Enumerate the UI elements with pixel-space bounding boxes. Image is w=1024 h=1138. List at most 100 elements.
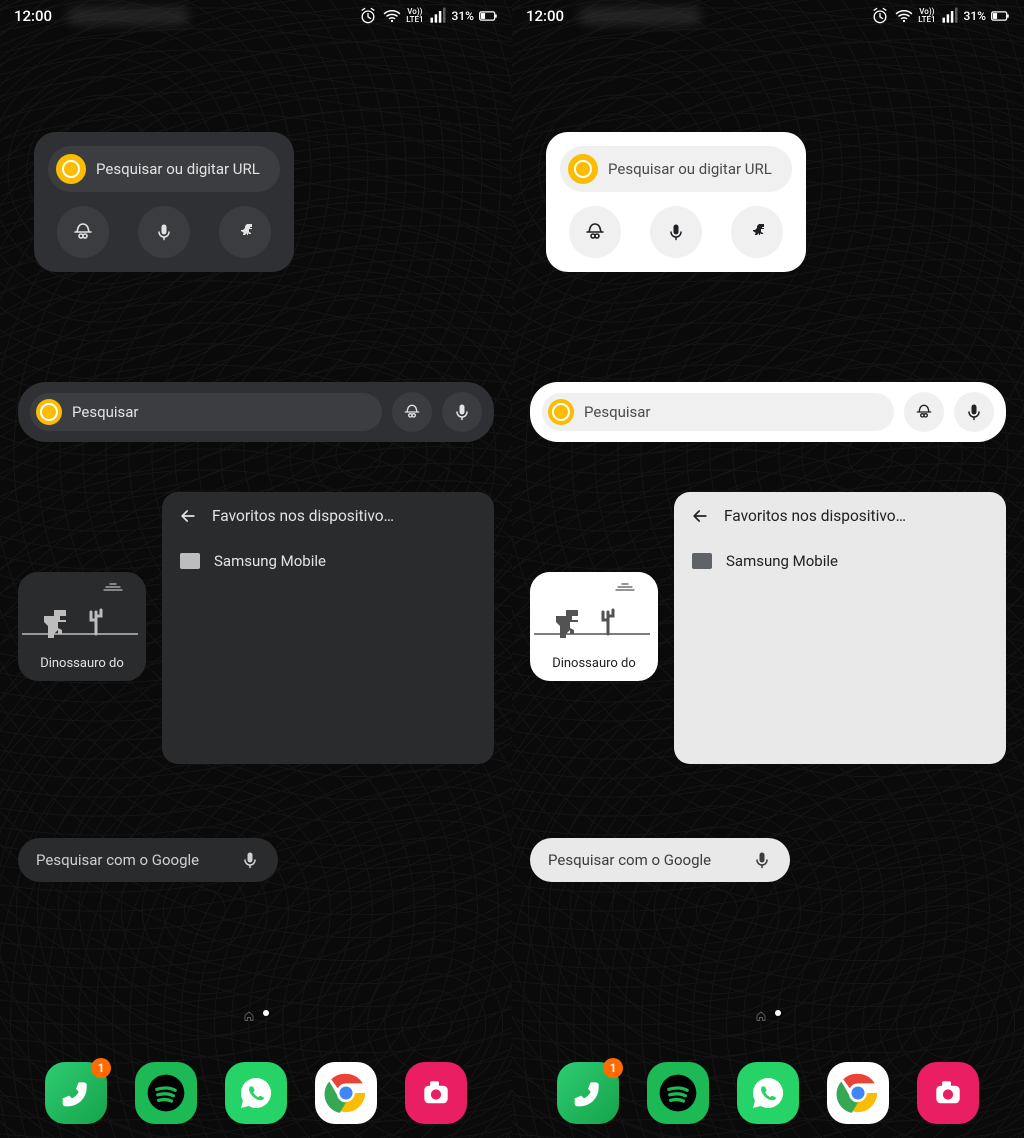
incognito-icon: [583, 220, 607, 244]
voice-search-button[interactable]: [954, 392, 994, 432]
search-placeholder: Pesquisar: [72, 403, 139, 421]
status-time: 12:00: [14, 7, 52, 25]
phone-app[interactable]: 1: [45, 1062, 107, 1124]
camera-app[interactable]: [917, 1062, 979, 1124]
dino-scene-icon: [530, 572, 658, 642]
dock: 1: [512, 1062, 1024, 1124]
status-blurred-area: [68, 7, 188, 25]
chrome-search-widget[interactable]: Pesquisar ou digitar URL: [34, 132, 294, 272]
signal-icon: [428, 6, 448, 26]
dino-game-widget[interactable]: Dinossauro do: [18, 572, 146, 681]
alarm-icon: [870, 6, 890, 26]
chrome-app[interactable]: [827, 1062, 889, 1124]
mic-icon: [452, 402, 472, 422]
home-page-icon: [243, 1010, 255, 1022]
bookmarks-title: Favoritos nos dispositivo…: [212, 507, 394, 525]
folder-icon: [180, 553, 200, 569]
google-search-placeholder: Pesquisar com o Google: [548, 851, 711, 869]
bookmark-folder-item[interactable]: Samsung Mobile: [178, 548, 478, 574]
page-indicator[interactable]: [512, 1010, 1024, 1022]
back-arrow-icon[interactable]: [178, 506, 198, 526]
wifi-icon: [894, 6, 914, 26]
battery-percentage: 31%: [964, 9, 986, 23]
bookmark-folder-label: Samsung Mobile: [726, 552, 838, 570]
chrome-icon: [323, 1070, 369, 1116]
home-page-icon: [755, 1010, 767, 1022]
dino-icon: [745, 220, 769, 244]
screen-light: 12:00 Vo))LTE1 31% Pesquisar ou digitar …: [512, 0, 1024, 1138]
status-bar: 12:00 Vo))LTE1 31%: [0, 0, 512, 32]
spotify-app[interactable]: [647, 1062, 709, 1124]
chrome-icon: [548, 399, 574, 425]
battery-icon: [990, 6, 1010, 26]
incognito-button[interactable]: [57, 206, 109, 258]
status-bar: 12:00 Vo))LTE1 31%: [512, 0, 1024, 32]
incognito-icon: [914, 402, 934, 422]
voice-search-button[interactable]: [442, 392, 482, 432]
dino-game-button[interactable]: [219, 206, 271, 258]
voice-search-button[interactable]: [650, 206, 702, 258]
back-arrow-icon[interactable]: [690, 506, 710, 526]
whatsapp-icon: [748, 1073, 788, 1113]
status-blurred-area: [580, 7, 700, 25]
spotify-icon: [656, 1071, 700, 1115]
folder-icon: [692, 553, 712, 569]
dino-widget-label: Dinossauro do: [18, 650, 146, 681]
whatsapp-app[interactable]: [737, 1062, 799, 1124]
signal-icon: [940, 6, 960, 26]
chrome-search-widget[interactable]: Pesquisar ou digitar URL: [546, 132, 806, 272]
voice-search-button[interactable]: [138, 206, 190, 258]
incognito-icon: [71, 220, 95, 244]
dino-game-widget[interactable]: Dinossauro do: [530, 572, 658, 681]
phone-icon: [572, 1077, 604, 1109]
google-search-widget[interactable]: Pesquisar com o Google: [530, 838, 790, 882]
battery-icon: [478, 6, 498, 26]
spotify-icon: [144, 1071, 188, 1115]
search-placeholder: Pesquisar ou digitar URL: [608, 160, 772, 178]
wifi-icon: [382, 6, 402, 26]
camera-app[interactable]: [405, 1062, 467, 1124]
phone-icon: [60, 1077, 92, 1109]
spotify-app[interactable]: [135, 1062, 197, 1124]
chrome-icon: [36, 399, 62, 425]
current-page-dot: [775, 1010, 781, 1016]
incognito-icon: [402, 402, 422, 422]
dino-game-button[interactable]: [731, 206, 783, 258]
google-search-widget[interactable]: Pesquisar com o Google: [18, 838, 278, 882]
bookmarks-widget[interactable]: Favoritos nos dispositivo… Samsung Mobil…: [162, 492, 494, 764]
whatsapp-icon: [236, 1073, 276, 1113]
page-indicator[interactable]: [0, 1010, 512, 1022]
chrome-icon: [568, 154, 598, 184]
current-page-dot: [263, 1010, 269, 1016]
incognito-button[interactable]: [569, 206, 621, 258]
camera-icon: [417, 1074, 455, 1112]
dino-icon: [233, 220, 257, 244]
mic-icon: [666, 222, 686, 242]
whatsapp-app[interactable]: [225, 1062, 287, 1124]
chrome-icon: [835, 1070, 881, 1116]
search-placeholder: Pesquisar: [584, 403, 651, 421]
alarm-icon: [358, 6, 378, 26]
dock: 1: [0, 1062, 512, 1124]
phone-app[interactable]: 1: [557, 1062, 619, 1124]
mic-icon: [154, 222, 174, 242]
chrome-search-bar-widget[interactable]: Pesquisar: [530, 382, 1006, 442]
volte-indicator: Vo))LTE1: [918, 8, 935, 24]
battery-percentage: 31%: [452, 9, 474, 23]
search-input[interactable]: Pesquisar: [542, 393, 894, 431]
mic-icon[interactable]: [752, 850, 772, 870]
chrome-search-field[interactable]: Pesquisar ou digitar URL: [560, 146, 792, 192]
incognito-button[interactable]: [392, 392, 432, 432]
bookmarks-widget[interactable]: Favoritos nos dispositivo… Samsung Mobil…: [674, 492, 1006, 764]
bookmark-folder-label: Samsung Mobile: [214, 552, 326, 570]
bookmark-folder-item[interactable]: Samsung Mobile: [690, 548, 990, 574]
google-search-placeholder: Pesquisar com o Google: [36, 851, 199, 869]
chrome-app[interactable]: [315, 1062, 377, 1124]
incognito-button[interactable]: [904, 392, 944, 432]
search-placeholder: Pesquisar ou digitar URL: [96, 160, 260, 178]
search-input[interactable]: Pesquisar: [30, 393, 382, 431]
chrome-search-bar-widget[interactable]: Pesquisar: [18, 382, 494, 442]
mic-icon[interactable]: [240, 850, 260, 870]
notification-badge: 1: [91, 1058, 111, 1078]
chrome-search-field[interactable]: Pesquisar ou digitar URL: [48, 146, 280, 192]
